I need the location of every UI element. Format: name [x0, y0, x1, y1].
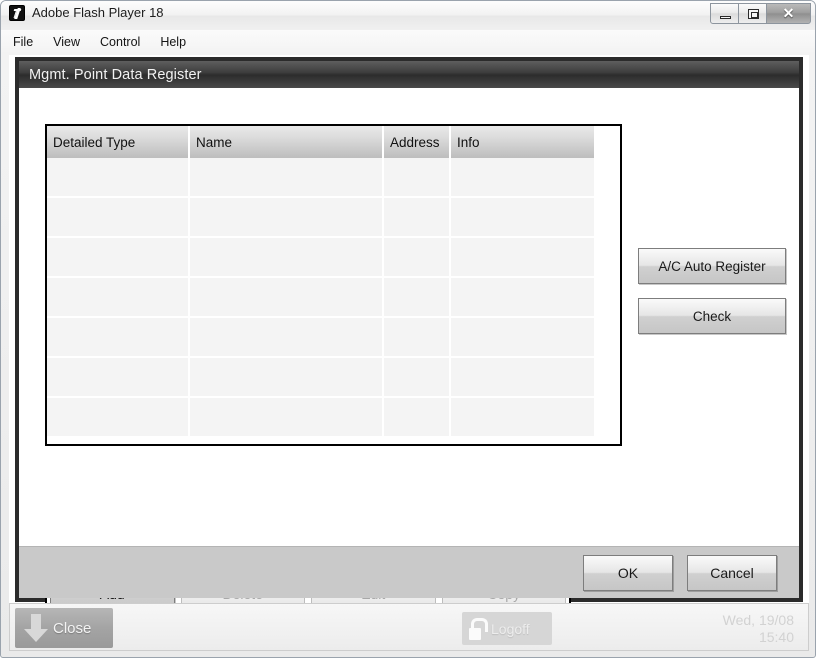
cell-info[interactable]: [451, 278, 596, 318]
maximize-button[interactable]: [738, 3, 767, 24]
cell-name[interactable]: [190, 398, 384, 438]
title-bar: Adobe Flash Player 18 ✕: [1, 1, 815, 30]
dialog-title: Mgmt. Point Data Register: [29, 66, 202, 83]
clock-time: 15:40: [758, 629, 794, 645]
cell-detailed-type[interactable]: [47, 238, 190, 278]
logoff-button[interactable]: Logoff: [462, 612, 552, 645]
table-header-row: Detailed Type Name Address Info: [47, 126, 596, 158]
cell-info[interactable]: [451, 318, 596, 358]
clock-date: Wed, 19/08: [722, 612, 794, 628]
table-row[interactable]: [47, 358, 596, 398]
dialog-footer: OK Cancel: [19, 546, 799, 598]
menu-item-help[interactable]: Help: [160, 35, 186, 49]
close-icon: ✕: [782, 5, 795, 21]
cell-address[interactable]: [384, 318, 451, 358]
data-table-inner: Detailed Type Name Address Info: [47, 126, 620, 444]
window-title: Adobe Flash Player 18: [32, 5, 164, 20]
restore-icon: [748, 9, 759, 19]
cell-info[interactable]: [451, 198, 596, 238]
table-row[interactable]: [47, 318, 596, 358]
window-controls: ✕: [710, 3, 811, 24]
unlock-icon: [469, 617, 488, 640]
cell-name[interactable]: [190, 158, 384, 198]
status-bar: Close Logoff Wed, 19/08 15:40: [9, 603, 809, 651]
menu-item-view[interactable]: View: [53, 35, 80, 49]
table-row[interactable]: [47, 278, 596, 318]
dialog-body: Detailed Type Name Address Info A/C Auto…: [19, 88, 799, 621]
cell-address[interactable]: [384, 238, 451, 278]
column-header-address[interactable]: Address: [384, 126, 451, 158]
minimize-button[interactable]: [710, 3, 739, 24]
side-button-group: A/C Auto Register Check: [638, 248, 786, 334]
table-row[interactable]: [47, 158, 596, 198]
cell-info[interactable]: [451, 238, 596, 278]
cell-detailed-type[interactable]: [47, 158, 190, 198]
mgmt-point-data-register-dialog: Mgmt. Point Data Register Detailed Type …: [15, 57, 803, 621]
menu-bar: File View Control Help: [1, 30, 815, 53]
flash-player-icon: [9, 5, 25, 21]
dialog-header: Mgmt. Point Data Register: [19, 61, 799, 88]
check-button[interactable]: Check: [638, 298, 786, 334]
column-header-name[interactable]: Name: [190, 126, 384, 158]
cell-detailed-type[interactable]: [47, 358, 190, 398]
table-row[interactable]: [47, 238, 596, 278]
cell-address[interactable]: [384, 398, 451, 438]
close-window-button[interactable]: ✕: [766, 3, 811, 24]
flash-stage: Mgmt. Point Data Register Detailed Type …: [9, 55, 809, 651]
cell-detailed-type[interactable]: [47, 398, 190, 438]
cell-detailed-type[interactable]: [47, 198, 190, 238]
table-row[interactable]: [47, 198, 596, 238]
cell-address[interactable]: [384, 278, 451, 318]
cell-name[interactable]: [190, 358, 384, 398]
ac-auto-register-button[interactable]: A/C Auto Register: [638, 248, 786, 284]
cell-info[interactable]: [451, 158, 596, 198]
close-button[interactable]: Close: [15, 608, 113, 648]
title-bar-left: Adobe Flash Player 18: [9, 5, 164, 21]
cell-name[interactable]: [190, 198, 384, 238]
cell-info[interactable]: [451, 358, 596, 398]
cell-name[interactable]: [190, 318, 384, 358]
cell-name[interactable]: [190, 238, 384, 278]
menu-item-file[interactable]: File: [13, 35, 33, 49]
ok-button[interactable]: OK: [583, 554, 673, 591]
close-button-label: Close: [53, 619, 92, 637]
application-window: Adobe Flash Player 18 ✕ File View Contro…: [0, 0, 816, 658]
table-body: [47, 158, 620, 438]
cell-info[interactable]: [451, 398, 596, 438]
cell-address[interactable]: [384, 158, 451, 198]
column-header-info[interactable]: Info: [451, 126, 596, 158]
cell-address[interactable]: [384, 358, 451, 398]
table-row[interactable]: [47, 398, 596, 438]
column-header-detailed-type[interactable]: Detailed Type: [47, 126, 190, 158]
clock: Wed, 19/08 15:40: [723, 612, 794, 646]
minimize-icon: [720, 16, 731, 19]
arrow-down-icon: [21, 612, 51, 644]
cell-name[interactable]: [190, 278, 384, 318]
data-table[interactable]: Detailed Type Name Address Info: [45, 124, 622, 446]
cell-address[interactable]: [384, 198, 451, 238]
logoff-button-label: Logoff: [491, 620, 530, 637]
cell-detailed-type[interactable]: [47, 318, 190, 358]
cell-detailed-type[interactable]: [47, 278, 190, 318]
menu-item-control[interactable]: Control: [100, 35, 140, 49]
cancel-button[interactable]: Cancel: [687, 554, 777, 591]
